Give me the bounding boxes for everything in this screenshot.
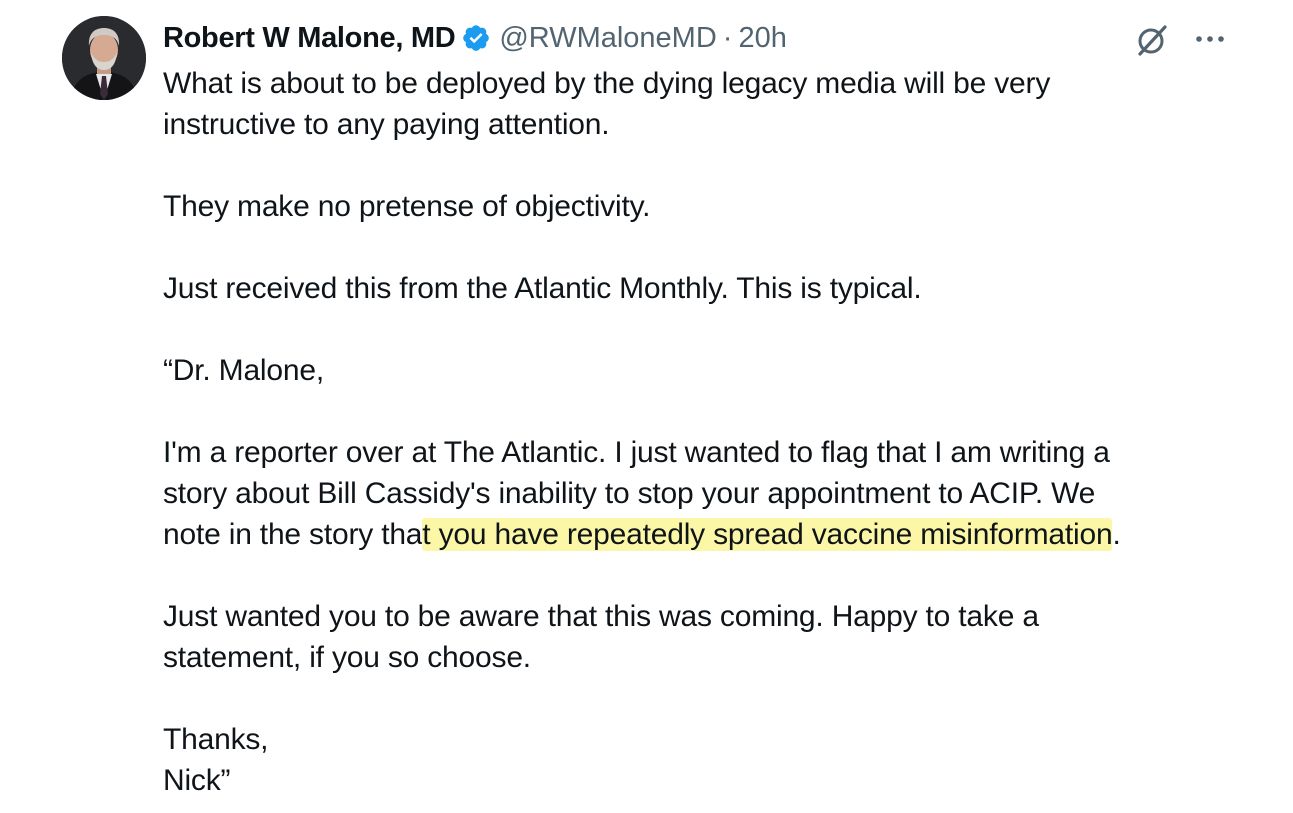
tweet-line: instructive to any paying attention. — [163, 108, 610, 141]
tweet-paragraph: I'm a reporter over at The Atlantic. I j… — [163, 432, 1263, 555]
more-options-icon[interactable] — [1194, 26, 1226, 52]
tweet-line: Thanks, — [163, 723, 269, 756]
tweet-paragraph: What is about to be deployed by the dyin… — [163, 63, 1263, 145]
highlighted-text: t you have repeatedly spread vaccine mis… — [422, 518, 1113, 551]
tweet-text: What is about to be deployed by the dyin… — [163, 63, 1263, 801]
avatar[interactable] — [62, 16, 146, 100]
tweet-paragraph: Just received this from the Atlantic Mon… — [163, 268, 1263, 309]
tweet-text-segment: note in the story tha — [163, 518, 423, 551]
grok-icon[interactable] — [1134, 22, 1170, 58]
tweet-paragraph: They make no pretense of objectivity. — [163, 186, 1263, 227]
tweet-paragraph: “Dr. Malone, — [163, 350, 1263, 391]
tweet-paragraph: Just wanted you to be aware that this wa… — [163, 596, 1263, 678]
tweet-line: statement, if you so choose. — [163, 641, 531, 674]
verified-badge-icon[interactable] — [461, 23, 491, 53]
tweet-line: What is about to be deployed by the dyin… — [163, 67, 1051, 100]
tweet-line: Just received this from the Atlantic Mon… — [163, 272, 922, 305]
tweet-paragraph: Thanks, Nick” — [163, 719, 1263, 801]
tweet-line: Just wanted you to be aware that this wa… — [163, 600, 1039, 633]
tweet-text-segment: . — [1112, 518, 1121, 551]
avatar-image — [62, 16, 146, 100]
separator-dot: · — [722, 21, 733, 54]
tweet: Robert W Malone, MD @RWMaloneMD · 20h Wh… — [0, 0, 1293, 813]
tweet-line: They make no pretense of objectivity. — [163, 190, 651, 223]
tweet-line: Nick” — [163, 764, 231, 797]
author-name[interactable]: Robert W Malone, MD — [163, 22, 456, 55]
tweet-line: “Dr. Malone, — [163, 354, 324, 387]
author-handle[interactable]: @RWMaloneMD — [499, 22, 716, 55]
timestamp[interactable]: 20h — [738, 22, 786, 55]
tweet-line: story about Bill Cassidy's inability to … — [163, 477, 1096, 510]
tweet-line: note in the story that you have repeated… — [163, 514, 1263, 555]
tweet-line: I'm a reporter over at The Atlantic. I j… — [163, 436, 1110, 469]
tweet-header: Robert W Malone, MD @RWMaloneMD · 20h — [163, 16, 787, 60]
